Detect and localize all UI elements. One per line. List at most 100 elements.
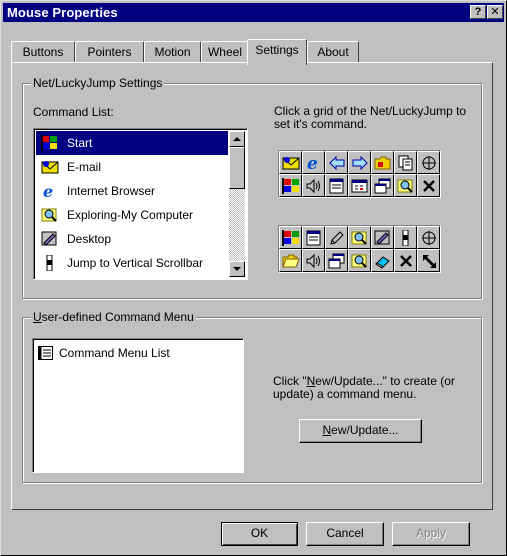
list-item-label: Start bbox=[67, 136, 93, 150]
grid1-cell[interactable] bbox=[394, 174, 417, 197]
apply-button[interactable]: Apply bbox=[392, 522, 470, 546]
scroll-up-button[interactable] bbox=[229, 131, 245, 147]
list-item-label: Command Menu List bbox=[59, 346, 170, 360]
grid2-cell[interactable] bbox=[325, 249, 348, 272]
grid1-cell[interactable]: e bbox=[302, 151, 325, 174]
netluckyjump-group: Net/LuckyJump Settings Command List: Sta… bbox=[22, 76, 482, 299]
mouse-properties-dialog: Mouse Properties ? ✕ Buttons Pointers Mo… bbox=[0, 0, 507, 556]
window-icon bbox=[305, 230, 323, 246]
grid2-cell[interactable] bbox=[371, 226, 394, 249]
title-bar[interactable]: Mouse Properties ? ✕ bbox=[3, 3, 504, 22]
desktop-icon bbox=[374, 230, 392, 246]
grid2-cell[interactable] bbox=[394, 249, 417, 272]
speaker-icon bbox=[305, 178, 323, 194]
list-item-label: Exploring-My Computer bbox=[67, 208, 194, 222]
tab-pointers[interactable]: Pointers bbox=[75, 41, 144, 63]
speaker-icon bbox=[305, 253, 323, 269]
grid2-cell[interactable] bbox=[279, 226, 302, 249]
grid1-cell[interactable] bbox=[325, 174, 348, 197]
start-flag-icon bbox=[281, 229, 300, 246]
desktop-icon bbox=[38, 229, 62, 249]
help-button[interactable]: ? bbox=[470, 5, 486, 19]
documents-icon bbox=[397, 155, 415, 171]
crosshair-icon bbox=[420, 230, 438, 246]
new-update-hint: Click "New/Update..." to create (or upda… bbox=[273, 374, 455, 401]
start-flag-icon bbox=[38, 133, 62, 153]
list-item-desktop[interactable]: Desktop bbox=[36, 227, 228, 251]
folder-open-icon bbox=[281, 253, 300, 269]
window-title: Mouse Properties bbox=[7, 5, 118, 20]
user-defined-group-label: User-defined Command Menu bbox=[31, 310, 196, 324]
grid1-cell[interactable] bbox=[371, 151, 394, 174]
list-item-label: Internet Browser bbox=[67, 184, 156, 198]
arrow-down-icon bbox=[233, 267, 241, 271]
scroll-thumb[interactable] bbox=[229, 147, 245, 189]
switch-window-icon bbox=[328, 253, 346, 269]
explore-magnifier-icon bbox=[397, 178, 415, 194]
grid2-cell[interactable] bbox=[417, 249, 440, 272]
vertical-scrollbar-icon bbox=[38, 253, 62, 273]
close-button[interactable]: ✕ bbox=[487, 5, 503, 19]
grid2-cell[interactable] bbox=[325, 226, 348, 249]
list-item-email[interactable]: E-mail bbox=[36, 155, 228, 179]
grid1-cell[interactable] bbox=[371, 174, 394, 197]
command-list-label: Command List: bbox=[33, 105, 114, 119]
grid1-cell[interactable] bbox=[279, 174, 302, 197]
tab-settings[interactable]: Settings bbox=[247, 39, 307, 65]
close-x-icon bbox=[397, 253, 415, 269]
svg-text:e: e bbox=[43, 183, 53, 199]
tab-about[interactable]: About bbox=[307, 41, 359, 63]
grid1-cell[interactable] bbox=[302, 174, 325, 197]
grid1-cell[interactable] bbox=[348, 174, 371, 197]
close-x-icon bbox=[420, 178, 438, 194]
grid1-cell[interactable] bbox=[279, 151, 302, 174]
grid2-cell[interactable] bbox=[371, 249, 394, 272]
command-menu-listbox[interactable]: Command Menu List bbox=[32, 338, 244, 473]
cancel-button[interactable]: Cancel bbox=[306, 522, 384, 546]
new-update-button[interactable]: New/Update... bbox=[299, 419, 422, 443]
grid1-cell[interactable] bbox=[325, 151, 348, 174]
grid1-cell[interactable] bbox=[417, 151, 440, 174]
user-defined-group: User-defined Command Menu Command Menu L… bbox=[22, 310, 482, 483]
netluckyjump-group-label: Net/LuckyJump Settings bbox=[31, 76, 165, 90]
arrow-up-icon bbox=[233, 137, 241, 141]
list-item-internet-browser[interactable]: e Internet Browser bbox=[36, 179, 228, 203]
grid1-cell[interactable] bbox=[417, 174, 440, 197]
window-icon bbox=[328, 178, 346, 194]
grid2-cell[interactable] bbox=[394, 226, 417, 249]
arrow-left-icon bbox=[328, 155, 346, 171]
scroll-down-button[interactable] bbox=[229, 261, 245, 277]
command-menu-list-item[interactable]: Command Menu List bbox=[35, 341, 240, 365]
tab-motion[interactable]: Motion bbox=[144, 41, 201, 63]
email-icon bbox=[282, 155, 300, 171]
list-item-exploring[interactable]: Exploring-My Computer bbox=[36, 203, 228, 227]
arrow-right-icon bbox=[351, 155, 369, 171]
eraser-icon bbox=[374, 253, 392, 269]
email-icon bbox=[38, 157, 62, 177]
folder-icon bbox=[374, 155, 392, 171]
grid1-cell[interactable] bbox=[348, 151, 371, 174]
grid2-cell[interactable] bbox=[302, 226, 325, 249]
crosshair-icon bbox=[420, 155, 438, 171]
explore-magnifier-icon bbox=[38, 205, 62, 225]
pen-icon bbox=[328, 230, 346, 246]
tab-buttons[interactable]: Buttons bbox=[11, 41, 75, 63]
grid2-cell[interactable] bbox=[348, 249, 371, 272]
calculator-icon bbox=[351, 178, 369, 194]
command-list-scrollbar[interactable] bbox=[229, 131, 245, 277]
settings-page: Net/LuckyJump Settings Command List: Sta… bbox=[11, 62, 493, 510]
menu-list-icon bbox=[37, 343, 55, 363]
grid2-cell[interactable] bbox=[279, 249, 302, 272]
grid1-cell[interactable] bbox=[394, 151, 417, 174]
command-listbox[interactable]: Start E-mail e Internet Browser Explorin… bbox=[33, 128, 248, 280]
resize-arrow-icon bbox=[420, 253, 438, 269]
grid2-cell[interactable] bbox=[302, 249, 325, 272]
ok-button[interactable]: OK bbox=[221, 522, 298, 546]
tab-wheel[interactable]: Wheel bbox=[201, 41, 249, 63]
grid2-cell[interactable] bbox=[417, 226, 440, 249]
switch-window-icon bbox=[374, 178, 392, 194]
grid2-cell[interactable] bbox=[348, 226, 371, 249]
list-item-start[interactable]: Start bbox=[36, 131, 228, 155]
list-item-vertical-scrollbar[interactable]: Jump to Vertical Scrollbar bbox=[36, 251, 228, 275]
explore-magnifier-icon bbox=[351, 230, 369, 246]
